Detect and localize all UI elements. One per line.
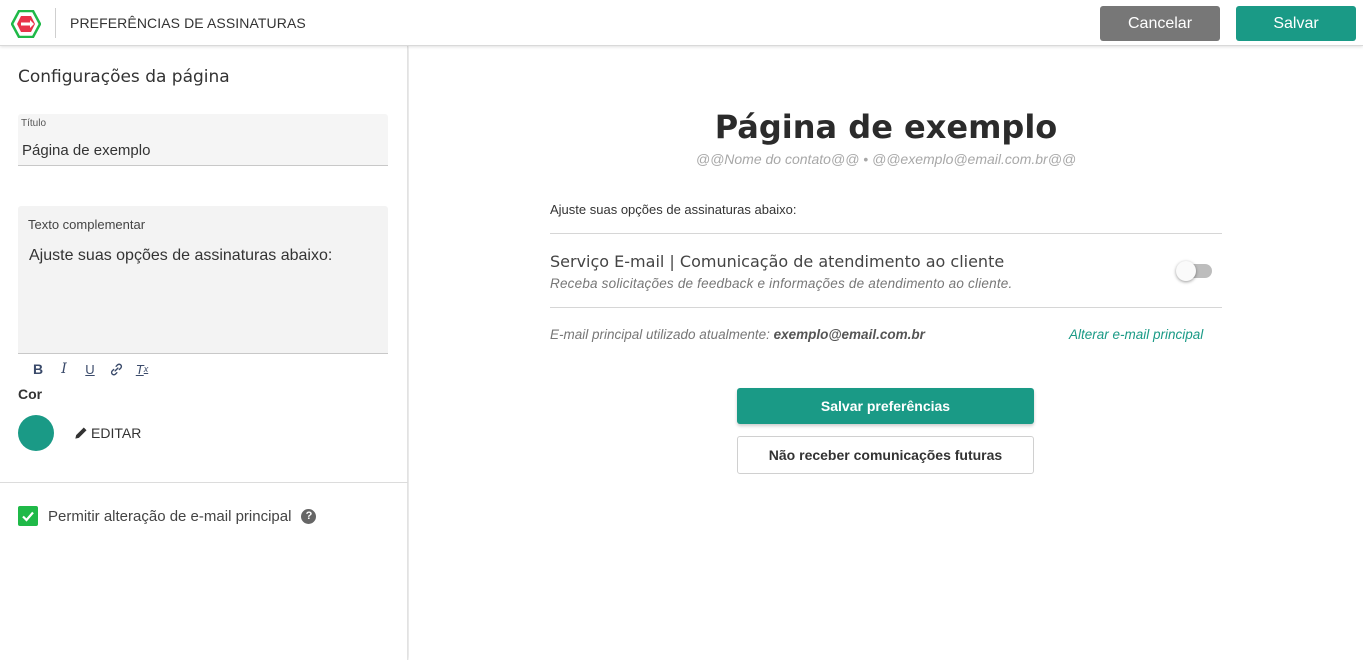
link-icon[interactable] [103, 359, 129, 379]
italic-icon[interactable]: I [51, 359, 77, 379]
save-button[interactable]: Salvar [1236, 6, 1356, 41]
cancel-button[interactable]: Cancelar [1100, 6, 1220, 41]
edit-color-button[interactable]: EDITAR [74, 425, 141, 441]
allow-email-change-row: Permitir alteração de e-mail principal ? [18, 506, 317, 526]
preview-intro-text: Ajuste suas opções de assinaturas abaixo… [550, 202, 797, 217]
current-email-info: E-mail principal utilizado atualmente: e… [550, 327, 925, 342]
allow-email-change-checkbox[interactable] [18, 506, 38, 526]
preview-panel: Página de exemplo @@Nome do contato@@ • … [409, 46, 1363, 660]
edit-color-label: EDITAR [91, 425, 142, 441]
service-description: Receba solicitações de feedback e inform… [550, 276, 1013, 291]
brand-logo-icon[interactable] [11, 10, 41, 38]
header-divider [55, 8, 56, 38]
change-email-link[interactable]: Alterar e-mail principal [1069, 327, 1203, 342]
title-field[interactable]: Título Página de exemplo [18, 114, 388, 166]
complementary-text-label: Texto complementar [28, 217, 146, 232]
complementary-text-value[interactable]: Ajuste suas opções de assinaturas abaixo… [29, 247, 332, 265]
pencil-icon [75, 427, 87, 439]
divider-bottom [550, 307, 1222, 308]
service-toggle[interactable] [1176, 261, 1212, 281]
clear-format-icon[interactable]: Tx [129, 359, 155, 379]
unsubscribe-button[interactable]: Não receber comunicações futuras [737, 436, 1034, 474]
title-field-value[interactable]: Página de exemplo [22, 142, 150, 159]
toggle-knob [1176, 261, 1196, 281]
preview-title: Página de exemplo [714, 108, 1058, 146]
current-email-prefix: E-mail principal utilizado atualmente: [550, 327, 774, 342]
complementary-text-field[interactable]: Texto complementar Ajuste suas opções de… [18, 206, 388, 354]
page-title: PREFERÊNCIAS DE ASSINATURAS [70, 15, 306, 31]
current-email-value: exemplo@email.com.br [773, 327, 925, 342]
divider-top [550, 233, 1222, 234]
sidebar-heading: Configurações da página [18, 67, 230, 87]
underline-icon[interactable]: U [77, 359, 103, 379]
top-bar: PREFERÊNCIAS DE ASSINATURAS Cancelar Sal… [0, 0, 1363, 46]
service-title: Serviço E-mail | Comunicação de atendime… [550, 252, 1005, 271]
text-format-toolbar: B I U Tx [25, 359, 155, 379]
preview-subtitle: @@Nome do contato@@ • @@exemplo@email.co… [695, 151, 1077, 167]
settings-sidebar: Configurações da página Título Página de… [0, 46, 408, 660]
checkmark-icon [22, 511, 34, 522]
save-preferences-button[interactable]: Salvar preferências [737, 388, 1034, 424]
title-field-label: Título [21, 118, 47, 129]
help-icon[interactable]: ? [301, 508, 317, 524]
sidebar-divider [0, 482, 408, 483]
color-label: Cor [18, 386, 43, 402]
color-swatch[interactable] [18, 415, 54, 451]
allow-email-change-label[interactable]: Permitir alteração de e-mail principal [48, 508, 291, 525]
bold-icon[interactable]: B [25, 359, 51, 379]
